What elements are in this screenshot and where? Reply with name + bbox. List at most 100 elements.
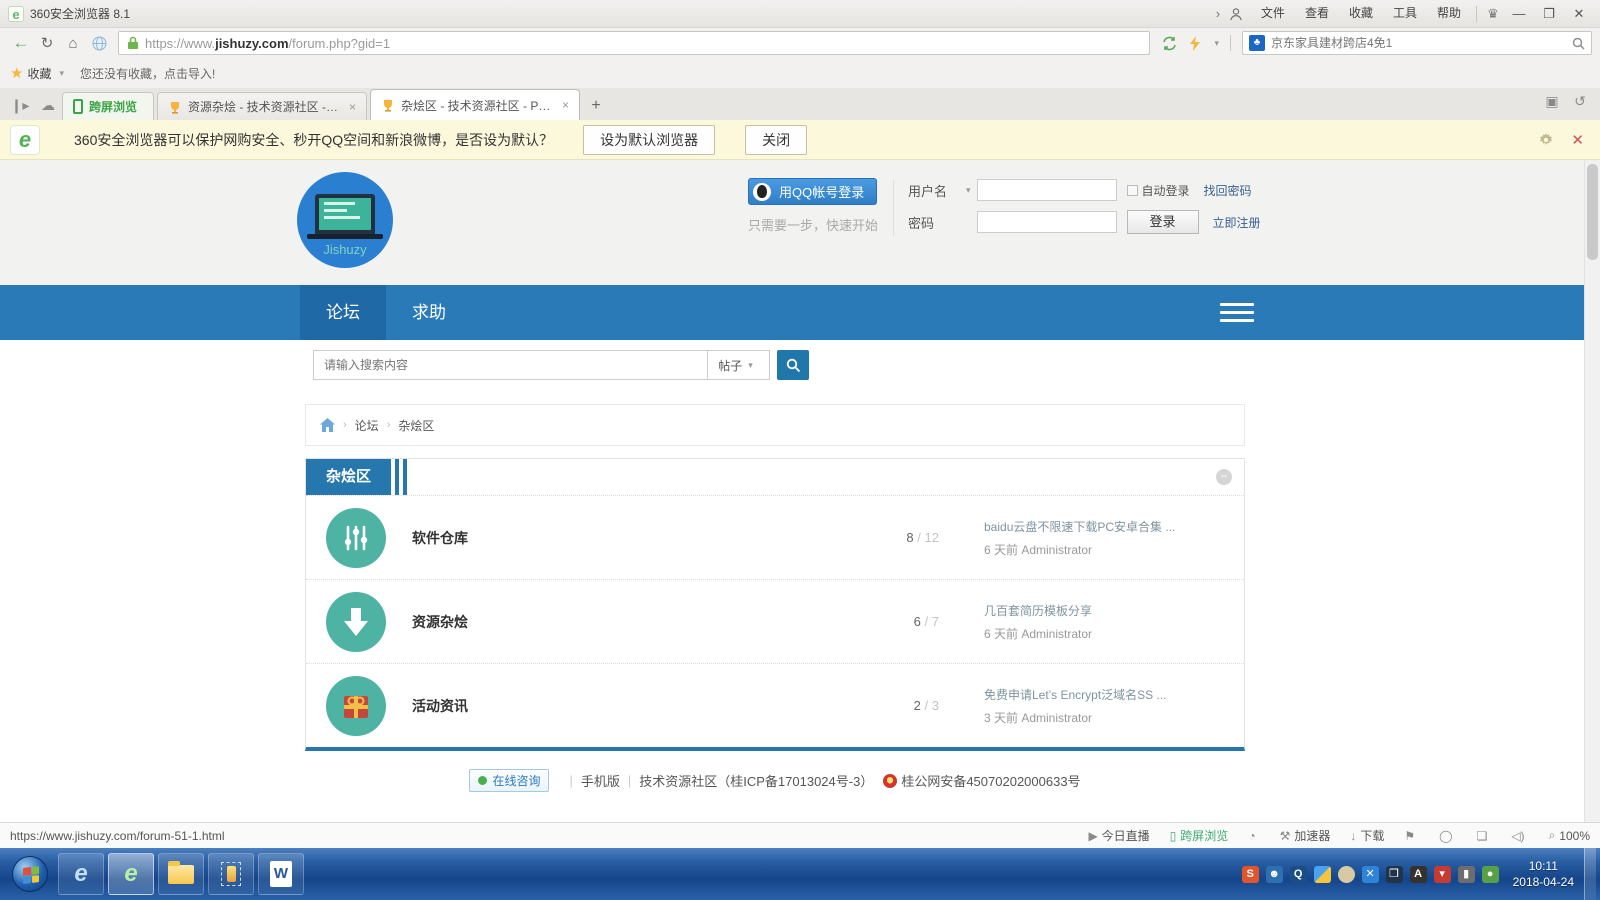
flag-icon[interactable]: ⚑	[1404, 829, 1419, 843]
nav-forum[interactable]: 论坛	[300, 285, 386, 340]
start-button[interactable]	[12, 856, 48, 892]
login-button[interactable]: 登录	[1127, 210, 1199, 234]
split-window-icon[interactable]: ❏	[1477, 829, 1492, 843]
forum-name[interactable]: 资源杂烩	[412, 612, 849, 632]
site-logo[interactable]: Jishuzy	[297, 172, 393, 268]
new-tab-button[interactable]: +	[583, 94, 609, 118]
notification-close-button[interactable]: 关闭	[745, 125, 807, 155]
register-link[interactable]: 立即注册	[1213, 214, 1261, 231]
search-icon[interactable]	[1572, 37, 1585, 50]
mobile-version-link[interactable]: 手机版	[581, 771, 620, 790]
nav-help[interactable]: 求助	[386, 285, 472, 340]
taskbar-word-button[interactable]: W	[258, 853, 304, 895]
tray-icon[interactable]: ●	[1482, 866, 1499, 883]
chevron-down-icon[interactable]: ▾	[1214, 38, 1219, 49]
user-account-icon[interactable]	[1229, 7, 1251, 21]
accelerator-button[interactable]: ⚒加速器	[1280, 827, 1331, 844]
tray-icon[interactable]: ☻	[1266, 866, 1283, 883]
menu-tools[interactable]: 工具	[1383, 0, 1427, 27]
tab-resources[interactable]: 资源杂烩 - 技术资源社区 - Pov... ×	[157, 92, 367, 120]
menu-file[interactable]: 文件	[1251, 0, 1295, 27]
favorite-star-icon[interactable]: ★	[10, 64, 23, 82]
forum-row-activities[interactable]: 活动资讯 2 / 3 免费申请Let’s Encrypt泛域名SS ... 3 …	[306, 663, 1244, 747]
globe-icon[interactable]	[86, 32, 112, 54]
tray-icon[interactable]: ❒	[1386, 866, 1403, 883]
taskbar-clock[interactable]: 10:11 2018-04-24	[1513, 858, 1574, 890]
wireless-icon[interactable]: ◔	[1248, 829, 1259, 843]
last-post-meta[interactable]: 6 天前 Administrator	[984, 625, 1224, 642]
tab-zahui-active[interactable]: 杂烩区 - 技术资源社区 - Powe... ×	[370, 89, 580, 120]
cloud-sync-icon[interactable]: ☁	[34, 92, 62, 118]
chevron-down-icon[interactable]: ▾	[59, 68, 64, 79]
police-record-link[interactable]: 桂公网安备45070202000633号	[901, 771, 1080, 790]
favorites-import-hint[interactable]: 您还没有收藏，点击导入!	[80, 65, 215, 82]
zoom-control[interactable]: ⌕100%	[1549, 828, 1590, 843]
taskbar-ie-button[interactable]: e	[58, 853, 104, 895]
chevron-right-icon[interactable]: ›	[1207, 6, 1229, 21]
vip-crown-icon[interactable]: ♛	[1482, 6, 1504, 22]
tab-close-icon[interactable]: ×	[349, 100, 356, 114]
tray-icon[interactable]: A	[1410, 866, 1427, 883]
search-scope-select[interactable]: 帖子 ▾	[708, 350, 770, 380]
tab-cross-screen[interactable]: 跨屏浏览	[62, 92, 154, 120]
menu-view[interactable]: 查看	[1295, 0, 1339, 27]
tray-icon[interactable]: S	[1242, 866, 1259, 883]
close-button[interactable]: ✕	[1564, 0, 1594, 27]
category-title[interactable]: 杂烩区	[306, 459, 391, 495]
set-default-button[interactable]: 设为默认浏览器	[583, 125, 715, 155]
theme-icon[interactable]: ◯	[1439, 829, 1456, 843]
last-post-title[interactable]: baidu云盘不限速下载PC安卓合集 ...	[984, 518, 1224, 535]
username-field[interactable]	[977, 179, 1117, 201]
taskbar-360-browser-button[interactable]: e	[108, 853, 154, 895]
snapshot-icon[interactable]: ▣	[1538, 88, 1566, 114]
close-icon[interactable]: ✕	[1571, 131, 1584, 149]
tray-icon[interactable]: ▮	[1458, 866, 1475, 883]
restore-button[interactable]: ❐	[1534, 0, 1564, 27]
collapse-button[interactable]: −	[1216, 469, 1232, 485]
show-desktop-button[interactable]	[1584, 848, 1596, 900]
password-field[interactable]	[977, 211, 1117, 233]
qq-login-button[interactable]: 用QQ帐号登录	[748, 178, 877, 205]
tray-icon[interactable]	[1338, 866, 1355, 883]
forum-search-input[interactable]	[313, 350, 708, 380]
last-post-meta[interactable]: 6 天前 Administrator	[984, 541, 1224, 558]
cross-screen-sync-icon[interactable]	[1156, 32, 1182, 54]
last-post-meta[interactable]: 3 天前 Administrator	[984, 709, 1224, 726]
restore-session-icon[interactable]: ↺	[1566, 88, 1594, 114]
gear-icon[interactable]	[1539, 133, 1553, 147]
forum-name[interactable]: 活动资讯	[412, 696, 849, 716]
forum-name[interactable]: 软件仓库	[412, 528, 849, 548]
back-icon[interactable]: ←	[8, 32, 34, 54]
mute-speaker-icon[interactable]: ◁)	[1511, 829, 1528, 843]
forum-row-software[interactable]: 软件仓库 8 / 12 baidu云盘不限速下载PC安卓合集 ... 6 天前 …	[306, 495, 1244, 579]
taskbar-utility-button[interactable]	[208, 853, 254, 895]
favorites-menu[interactable]: 收藏	[27, 65, 51, 82]
forum-search-button[interactable]	[777, 350, 809, 380]
tray-icon[interactable]: ✕	[1362, 866, 1379, 883]
hamburger-menu-icon[interactable]	[1220, 298, 1254, 327]
chevron-down-icon[interactable]: ▾	[966, 185, 971, 196]
tab-list-icon[interactable]: ❙▸	[6, 92, 34, 118]
live-today-button[interactable]: ▶今日直播	[1088, 827, 1149, 844]
browser-search-input[interactable]	[1271, 36, 1572, 50]
menu-help[interactable]: 帮助	[1427, 0, 1471, 27]
url-field[interactable]: https://www.jishuzy.com/forum.php?gid=1	[118, 31, 1150, 55]
tray-icon[interactable]: ▾	[1434, 866, 1451, 883]
breadcrumb-forum-link[interactable]: 论坛	[355, 417, 379, 434]
menu-favorites[interactable]: 收藏	[1339, 0, 1383, 27]
browser-search-box[interactable]: ♣	[1242, 31, 1592, 55]
minimize-button[interactable]: —	[1504, 0, 1534, 27]
tray-icon[interactable]: Q	[1290, 866, 1307, 883]
refresh-icon[interactable]: ↻	[34, 32, 60, 54]
speed-bolt-icon[interactable]	[1182, 32, 1208, 54]
cross-screen-button[interactable]: ▯跨屏浏览	[1170, 827, 1229, 844]
download-button[interactable]: ↓下载	[1350, 827, 1384, 844]
tab-close-icon[interactable]: ×	[562, 98, 569, 112]
last-post-title[interactable]: 几百套简历模板分享	[984, 602, 1224, 619]
last-post-title[interactable]: 免费申请Let’s Encrypt泛域名SS ...	[984, 686, 1224, 703]
taskbar-explorer-button[interactable]	[158, 853, 204, 895]
home-icon[interactable]: ⌂	[60, 32, 86, 54]
forum-row-resources[interactable]: 资源杂烩 6 / 7 几百套简历模板分享 6 天前 Administrator	[306, 579, 1244, 663]
tray-icon[interactable]	[1314, 866, 1331, 883]
find-password-link[interactable]: 找回密码	[1204, 182, 1252, 199]
